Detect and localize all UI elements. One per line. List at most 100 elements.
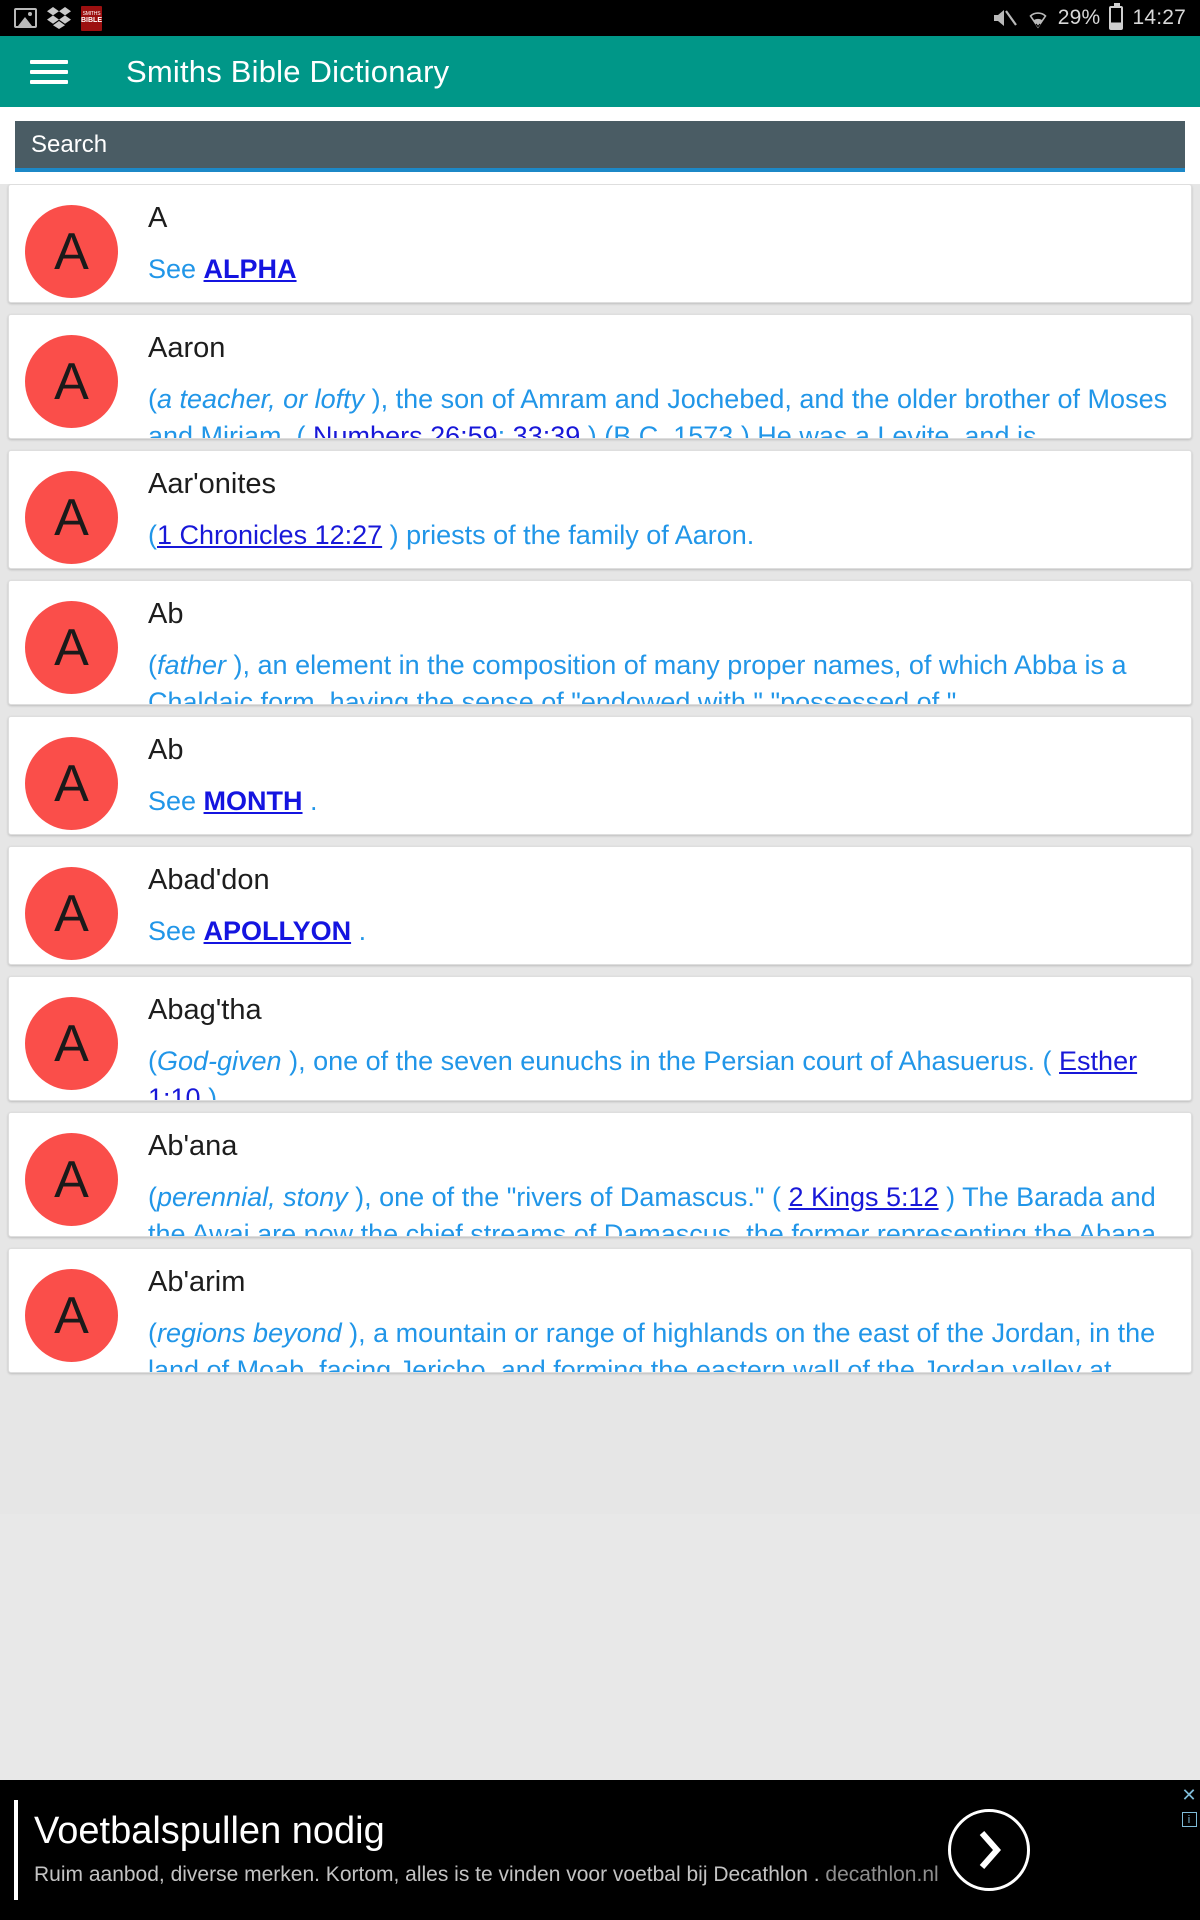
cross-reference-link[interactable]: MONTH — [204, 786, 303, 816]
chevron-right-icon — [979, 1831, 1002, 1869]
scripture-reference-link[interactable]: Numbers 26:59 — [313, 421, 498, 438]
entry-content: A See ALPHA — [118, 202, 1175, 288]
definition-text: See — [148, 253, 204, 284]
definition-text: . — [302, 785, 318, 816]
list-item[interactable]: A Abad'don See APOLLYON . — [8, 846, 1192, 965]
ad-body-text: Ruim aanbod, diverse merken. Kortom, all… — [34, 1863, 826, 1887]
entry-content: Ab'ana (perennial, stony ), one of the "… — [118, 1130, 1175, 1236]
definition-text: ( — [148, 383, 157, 414]
dictionary-entry-list[interactable]: A A See ALPHA A Aaron (a teacher, or lof… — [0, 184, 1200, 1514]
entry-content: Ab See MONTH . — [118, 734, 1175, 820]
list-item[interactable]: A Aar'onites (1 Chronicles 12:27 ) pries… — [8, 450, 1192, 569]
ad-cta-button[interactable] — [948, 1809, 1030, 1891]
scripture-reference-link[interactable]: 2 Kings 5:12 — [788, 1182, 938, 1212]
entry-content: Aar'onites (1 Chronicles 12:27 ) priests… — [118, 468, 1175, 554]
entry-content: Abag'tha (God-given ), one of the seven … — [118, 994, 1175, 1101]
status-bar-left-icons: SMITHS BIBLE — [14, 5, 102, 31]
hamburger-menu-icon[interactable] — [30, 57, 70, 87]
entry-definition: See MONTH . — [148, 783, 1175, 820]
avatar: A — [25, 335, 118, 428]
definition-text: ( — [148, 519, 157, 550]
gallery-icon — [14, 8, 37, 28]
definition-text: ), an element in the composition of many… — [148, 649, 1127, 705]
avatar: A — [25, 205, 118, 298]
ad-controls: ✕ i — [1178, 1780, 1200, 1920]
battery-percent-label: 29% — [1057, 6, 1101, 29]
list-item[interactable]: A Abag'tha (God-given ), one of the seve… — [8, 976, 1192, 1101]
search-bar-container: Search — [0, 107, 1200, 184]
entry-content: Ab'arim (regions beyond ), a mountain or… — [118, 1266, 1175, 1372]
clock-label: 14:27 — [1132, 6, 1186, 29]
entry-title: Abad'don — [148, 864, 270, 896]
entry-definition: (a teacher, or lofty ), the son of Amram… — [148, 381, 1175, 439]
entry-title: Ab'ana — [148, 1130, 238, 1162]
definition-text: ) (B.C. 1573.) He was a Levite, and is — [580, 420, 1037, 439]
etymology-text: perennial, stony — [157, 1181, 348, 1212]
list-item[interactable]: A Ab (father ), an element in the compos… — [8, 580, 1192, 705]
bible-icon-bottom-text: BIBLE — [81, 17, 102, 24]
entry-title: Abag'tha — [148, 994, 262, 1026]
ad-url: decathlon.nl — [825, 1863, 939, 1887]
entry-title: Ab'arim — [148, 1266, 246, 1298]
entry-title: Ab — [148, 598, 184, 630]
ad-body: Ruim aanbod, diverse merken. Kortom, all… — [34, 1861, 948, 1888]
definition-text: ( — [148, 1317, 157, 1348]
wifi-icon — [1029, 12, 1047, 29]
info-icon[interactable]: i — [1181, 1812, 1197, 1827]
close-icon[interactable]: ✕ — [1181, 1786, 1196, 1804]
battery-icon — [1109, 3, 1124, 30]
entry-title: A — [148, 202, 168, 234]
avatar: A — [25, 1269, 118, 1362]
avatar: A — [25, 737, 118, 830]
definition-text: ) priests of the family of Aaron. — [382, 519, 755, 550]
ad-text-block: Voetbalspullen nodig Ruim aanbod, divers… — [18, 1811, 948, 1888]
status-bar: SMITHS BIBLE 29% 14:27 — [0, 0, 1200, 36]
cross-reference-link[interactable]: APOLLYON — [204, 916, 352, 946]
definition-text: See — [148, 785, 204, 816]
entry-content: Ab (father ), an element in the composit… — [118, 598, 1175, 705]
entry-title: Ab — [148, 734, 184, 766]
entry-content: Aaron (a teacher, or lofty ), the son of… — [118, 332, 1175, 439]
entry-definition: (father ), an element in the composition… — [148, 647, 1175, 705]
entry-definition: (regions beyond ), a mountain or range o… — [148, 1315, 1175, 1372]
etymology-text: a teacher, or lofty — [157, 383, 365, 414]
definition-text: ( — [148, 1181, 157, 1212]
ad-banner[interactable]: Voetbalspullen nodig Ruim aanbod, divers… — [0, 1780, 1200, 1920]
page-title: Smiths Bible Dictionary — [126, 53, 450, 89]
list-item[interactable]: A Ab'arim (regions beyond ), a mountain … — [8, 1248, 1192, 1373]
avatar: A — [25, 1133, 118, 1226]
ad-headline: Voetbalspullen nodig — [34, 1810, 385, 1853]
etymology-text: father — [157, 649, 227, 680]
app-bar: Smiths Bible Dictionary — [0, 36, 1200, 107]
entry-title: Aaron — [148, 332, 226, 364]
definition-text: ) — [200, 1082, 218, 1101]
entry-title: Aar'onites — [148, 468, 277, 500]
definition-text: . — [351, 915, 367, 946]
definition-text: ( — [148, 649, 157, 680]
search-placeholder: Search — [31, 130, 108, 158]
avatar: A — [25, 471, 118, 564]
list-item[interactable]: A Ab'ana (perennial, stony ), one of the… — [8, 1112, 1192, 1237]
avatar: A — [25, 601, 118, 694]
list-item[interactable]: A Ab See MONTH . — [8, 716, 1192, 835]
definition-text: ), one of the seven eunuchs in the Persi… — [281, 1045, 1060, 1076]
entry-definition: (God-given ), one of the seven eunuchs i… — [148, 1043, 1175, 1101]
entry-definition: (1 Chronicles 12:27 ) priests of the fam… — [148, 517, 1175, 554]
entry-content: Abad'don See APOLLYON . — [118, 864, 1175, 950]
search-input[interactable]: Search — [15, 121, 1185, 172]
list-item[interactable]: A Aaron (a teacher, or lofty ), the son … — [8, 314, 1192, 439]
mute-icon — [993, 10, 1017, 26]
definition-text: ), one of the "rivers of Damascus." ( — [347, 1181, 789, 1212]
dropbox-icon — [47, 7, 71, 29]
status-bar-right-icons: 29% 14:27 — [992, 3, 1186, 30]
scripture-reference-link[interactable]: 33:39 — [513, 421, 581, 438]
avatar: A — [25, 997, 118, 1090]
scripture-reference-link[interactable]: 1 Chronicles 12:27 — [157, 520, 382, 550]
bible-app-icon: SMITHS BIBLE — [81, 5, 102, 31]
cross-reference-link[interactable]: ALPHA — [204, 254, 297, 284]
definition-text: ( — [148, 1045, 157, 1076]
etymology-text: regions beyond — [157, 1317, 342, 1348]
list-item[interactable]: A A See ALPHA — [8, 184, 1192, 303]
definition-text: See — [148, 915, 204, 946]
entry-definition: (perennial, stony ), one of the "rivers … — [148, 1179, 1175, 1236]
